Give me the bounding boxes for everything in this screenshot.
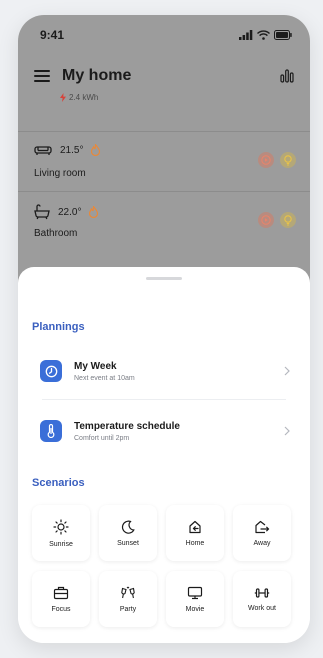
- room-name: Bathroom: [34, 228, 78, 239]
- hamburger-menu-icon[interactable]: [34, 70, 50, 82]
- battery-icon: [274, 30, 292, 40]
- scenario-label: Sunrise: [49, 540, 73, 548]
- lightbulb-icon: [284, 154, 292, 166]
- scenario-home[interactable]: Home: [166, 505, 224, 561]
- planning-subtitle: Next event at 10am: [74, 374, 135, 382]
- glasses-icon: [121, 586, 135, 598]
- monitor-icon: [187, 586, 203, 599]
- status-bar: 9:41: [18, 15, 310, 55]
- home-leave-icon: [255, 520, 270, 533]
- room-card-bathroom[interactable]: 22.0° Bathroom: [18, 191, 310, 251]
- scenarios-grid: Sunrise Sunset Home Away Focus Party Mov…: [32, 505, 291, 627]
- energy-value: 2.4 kWh: [69, 93, 99, 102]
- moon-icon: [121, 520, 135, 534]
- briefcase-icon: [53, 586, 69, 599]
- plannings-section-title: Plannings: [32, 321, 85, 333]
- scenarios-section-title: Scenarios: [32, 477, 85, 489]
- play-icon: [261, 215, 271, 225]
- lightbulb-icon: [284, 214, 292, 226]
- home-header: My home: [34, 67, 294, 85]
- planning-subtitle: Comfort until 2pm: [74, 434, 130, 442]
- status-time: 9:41: [40, 28, 65, 42]
- play-scene-button[interactable]: [258, 152, 274, 168]
- sheet-drag-handle[interactable]: [146, 277, 182, 280]
- cellular-signal-icon: [239, 30, 253, 40]
- plan-icon-container: [40, 420, 62, 442]
- room-card-living-room[interactable]: 21.5° Living room: [18, 131, 310, 191]
- thermometer-icon: [47, 424, 55, 438]
- scenario-sunrise[interactable]: Sunrise: [32, 505, 90, 561]
- page-title: My home: [62, 67, 132, 84]
- flame-icon: [89, 206, 99, 218]
- light-toggle-button[interactable]: [280, 152, 296, 168]
- sun-icon: [53, 518, 69, 535]
- home-arrive-icon: [188, 520, 201, 533]
- scenario-sunset[interactable]: Sunset: [99, 505, 157, 561]
- scenario-away[interactable]: Away: [233, 505, 291, 561]
- dumbbell-icon: [254, 587, 270, 598]
- dimmed-background[interactable]: 9:41 My home 2.4 kWh 21.5° Living room 2…: [18, 15, 310, 285]
- energy-usage: 2.4 kWh: [60, 93, 98, 102]
- planning-divider: [42, 399, 286, 400]
- phone-frame: 9:41 My home 2.4 kWh 21.5° Living room 2…: [18, 15, 310, 643]
- planning-item-my-week[interactable]: My Week Next event at 10am: [32, 347, 296, 395]
- scenario-label: Home: [185, 539, 205, 547]
- room-name: Living room: [34, 168, 86, 179]
- wifi-icon: [257, 30, 270, 40]
- scenario-party[interactable]: Party: [99, 571, 157, 627]
- scenario-label: Focus: [51, 605, 71, 613]
- scenario-label: Sunset: [117, 539, 139, 547]
- scenario-label: Party: [119, 605, 137, 613]
- chevron-right-icon: [284, 366, 290, 376]
- scenario-label: Away: [253, 539, 271, 547]
- scenario-work-out[interactable]: Work out: [233, 571, 291, 627]
- bottom-sheet: Plannings My Week Next event at 10am Tem…: [18, 267, 310, 643]
- lightning-icon: [60, 93, 66, 102]
- scenario-label: Work out: [248, 604, 276, 612]
- clock-icon: [45, 365, 57, 377]
- planning-item-temperature-schedule[interactable]: Temperature schedule Comfort until 2pm: [32, 407, 296, 455]
- sofa-icon: [34, 146, 52, 155]
- planning-title: Temperature schedule: [74, 420, 180, 432]
- plan-icon-container: [40, 360, 62, 382]
- scenario-movie[interactable]: Movie: [166, 571, 224, 627]
- room-temperature: 21.5°: [60, 144, 84, 156]
- play-icon: [261, 155, 271, 165]
- status-icons: [239, 30, 292, 40]
- statistics-icon[interactable]: [280, 69, 294, 83]
- chevron-right-icon: [284, 426, 290, 436]
- room-temperature: 22.0°: [58, 206, 82, 218]
- planning-title: My Week: [74, 360, 117, 372]
- scenario-label: Movie: [185, 605, 205, 613]
- light-toggle-button[interactable]: [280, 212, 296, 228]
- flame-icon: [91, 144, 101, 156]
- scenario-focus[interactable]: Focus: [32, 571, 90, 627]
- play-scene-button[interactable]: [258, 212, 274, 228]
- bathtub-icon: [34, 204, 50, 220]
